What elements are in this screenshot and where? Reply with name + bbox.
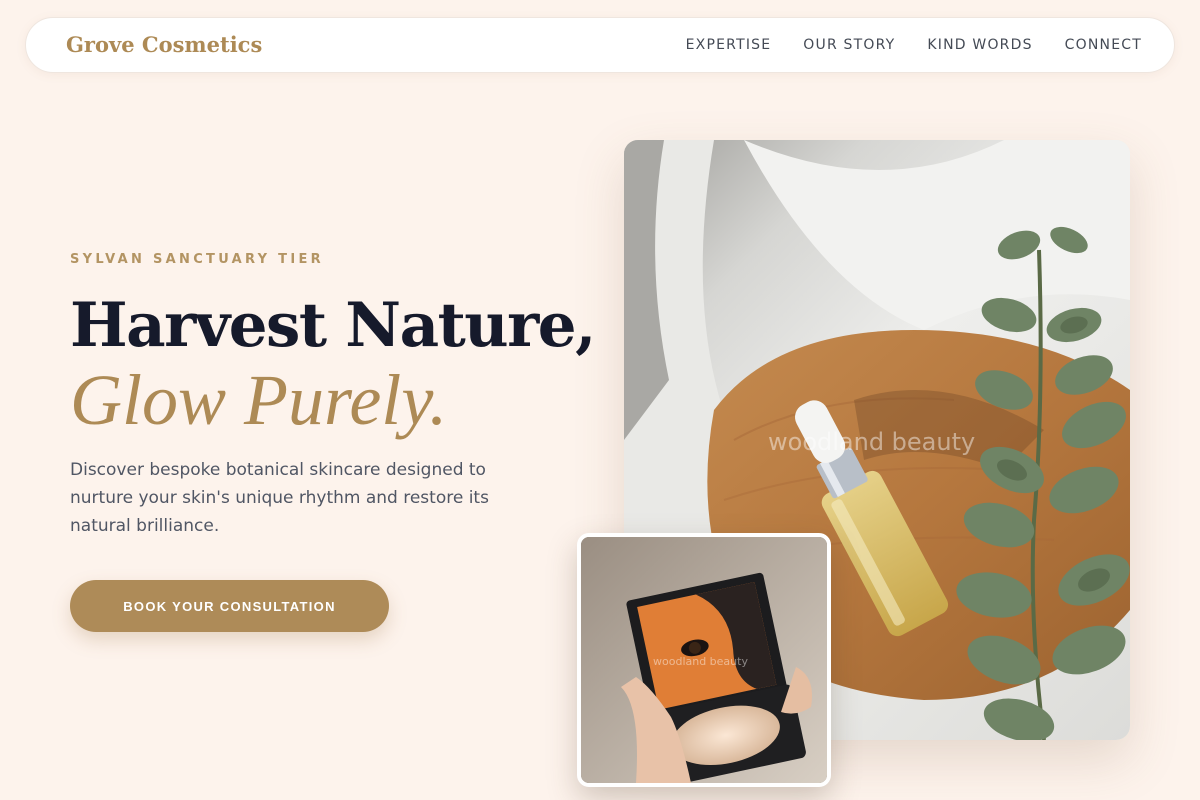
brand-logo[interactable]: Grove Cosmetics [66, 32, 262, 57]
hero-description: Discover bespoke botanical skincare desi… [70, 460, 489, 536]
main-nav: EXPERTISE OUR STORY KIND WORDS CONNECT [686, 37, 1142, 53]
nav-link-our-story[interactable]: OUR STORY [803, 37, 895, 53]
nav-link-kind-words[interactable]: KIND WORDS [927, 37, 1032, 53]
top-navbar: Grove Cosmetics EXPERTISE OUR STORY KIND… [25, 17, 1175, 73]
compact-mirror-illustration [581, 537, 827, 783]
nav-link-expertise[interactable]: EXPERTISE [686, 37, 772, 53]
compact-mirror-photo: woodland beauty [577, 533, 831, 787]
hero-eyebrow: SYLVAN SANCTUARY TIER [70, 252, 324, 267]
nav-link-connect[interactable]: CONNECT [1065, 37, 1142, 53]
book-consultation-button[interactable]: BOOK YOUR CONSULTATION [70, 580, 389, 632]
hero-headline: Harvest Nature, [70, 290, 596, 361]
hero-headline-accent: Glow Purely. [70, 360, 448, 440]
